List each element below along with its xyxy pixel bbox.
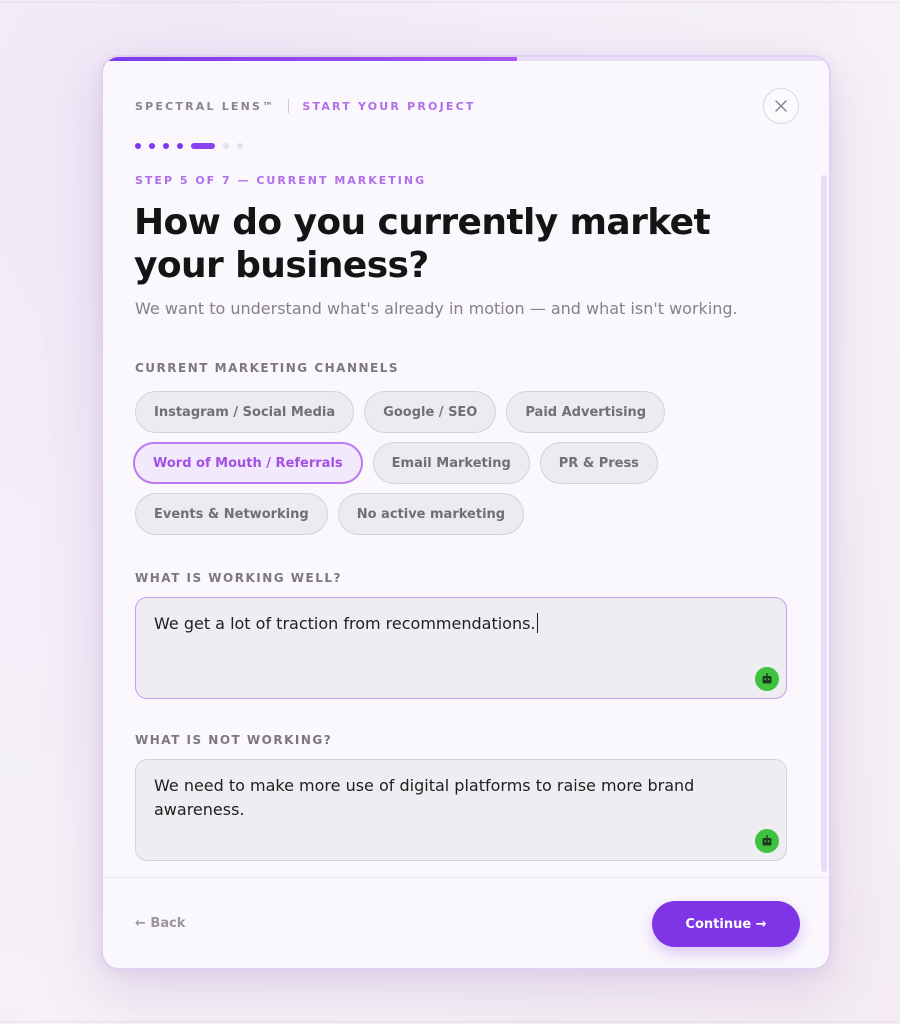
step-dot-2 [149,143,155,149]
step-label: STEP 5 OF 7 — CURRENT MARKETING [135,174,427,187]
chip-instagram-social-media[interactable]: Instagram / Social Media [135,391,355,433]
working-well-label: WHAT IS WORKING WELL? [135,571,342,585]
chip-word-of-mouth-referrals[interactable]: Word of Mouth / Referrals [133,442,363,484]
footer-divider [103,877,829,878]
continue-button[interactable]: Continue → [652,901,800,947]
modal-header: SPECTRAL LENS™ START YOUR PROJECT [135,98,476,114]
chip-google-seo[interactable]: Google / SEO [364,391,497,433]
ai-assistant-button[interactable] [755,667,779,691]
channels-label: CURRENT MARKETING CHANNELS [135,361,400,375]
brand-name: SPECTRAL LENS™ [135,99,276,113]
close-icon [775,100,787,112]
working-well-textarea[interactable]: We get a lot of traction from recommenda… [135,597,787,699]
channel-chip-group: Instagram / Social Media Google / SEO Pa… [133,391,805,544]
not-working-label: WHAT IS NOT WORKING? [135,733,333,747]
not-working-text: We need to make more use of digital plat… [154,776,695,819]
step-indicator [135,143,251,149]
project-wizard-modal: SPECTRAL LENS™ START YOUR PROJECT STEP 5… [101,55,831,970]
robot-icon [762,673,772,684]
chip-email-marketing[interactable]: Email Marketing [372,442,530,484]
page-title: How do you currently market your busines… [134,202,711,286]
header-separator [288,99,290,113]
chip-paid-advertising[interactable]: Paid Advertising [506,391,666,433]
step-dot-1 [135,143,141,149]
ai-assistant-button[interactable] [755,829,779,853]
step-dot-4 [177,143,183,149]
scrollbar[interactable] [821,175,827,872]
progress-bar [103,57,829,61]
step-dot-6 [223,143,229,149]
chip-no-active-marketing[interactable]: No active marketing [337,493,525,535]
step-dot-7 [237,143,243,149]
section-title: START YOUR PROJECT [302,99,476,113]
close-button[interactable] [763,88,799,124]
back-button[interactable]: ← Back [135,916,185,931]
text-caret [536,613,538,633]
bottom-divider [0,1021,900,1022]
top-divider [0,2,900,3]
chip-events-networking[interactable]: Events & Networking [135,493,328,535]
step-dot-5-current [191,143,215,149]
robot-icon [762,835,772,846]
chip-pr-press[interactable]: PR & Press [539,442,658,484]
not-working-textarea[interactable]: We need to make more use of digital plat… [135,759,787,861]
page-subtitle: We want to understand what's already in … [135,299,738,318]
step-dot-3 [163,143,169,149]
working-well-text: We get a lot of traction from recommenda… [154,614,536,633]
progress-bar-fill [103,57,517,61]
